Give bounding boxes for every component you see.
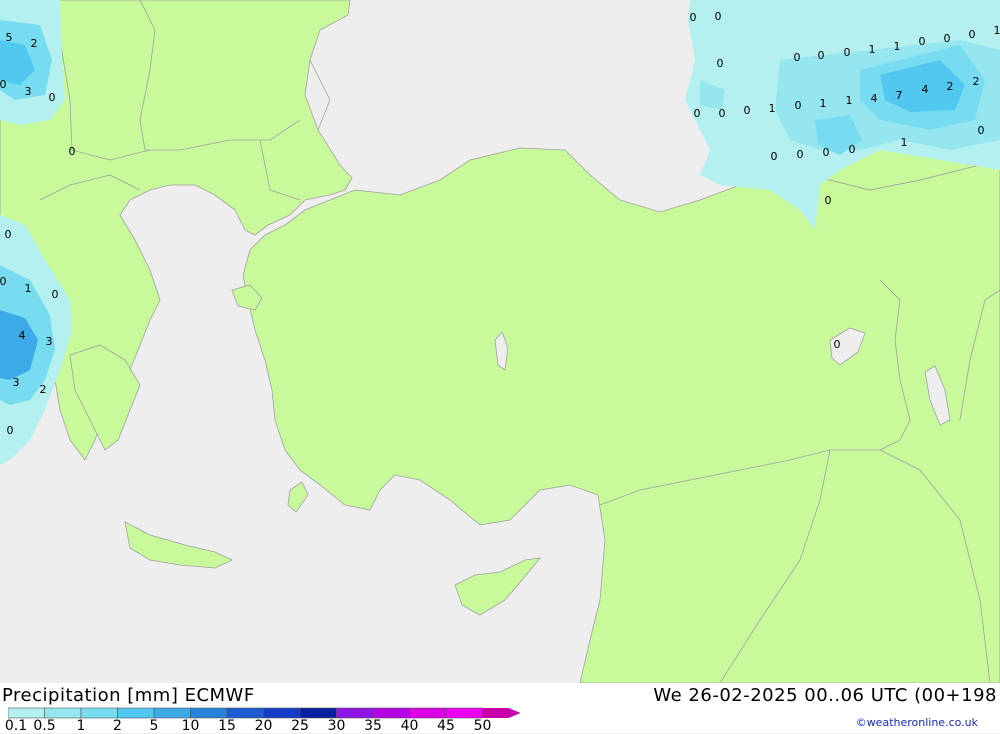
precip-value-label: 0 xyxy=(694,107,701,120)
scale-tick-label: 25 xyxy=(291,718,309,734)
scale-swatch xyxy=(483,708,521,718)
scale-swatch xyxy=(446,708,483,718)
precip-value-label: 4 xyxy=(871,92,878,105)
precip-value-label: 0 xyxy=(919,35,926,48)
precip-value-label: 0 xyxy=(7,424,14,437)
precip-value-label: 0 xyxy=(717,57,724,70)
precip-value-label: 1 xyxy=(846,94,853,107)
precip-value-label: 1 xyxy=(894,40,901,53)
map-footer: Precipitation [mm] ECMWF We 26-02-2025 0… xyxy=(0,683,1000,733)
scale-tick-label: 0.1 xyxy=(5,718,27,734)
scale-swatch xyxy=(410,708,447,718)
precip-value-label: 0 xyxy=(0,78,7,91)
scale-tick-label: 50 xyxy=(474,718,492,734)
precip-value-label: 0 xyxy=(52,288,59,301)
precip-value-label: 0 xyxy=(797,148,804,161)
scale-swatch xyxy=(373,708,410,718)
scale-swatch xyxy=(118,708,155,718)
precip-value-label: 1 xyxy=(820,97,827,110)
precip-value-label: 1 xyxy=(869,43,876,56)
precip-value-label: 0 xyxy=(794,51,801,64)
scale-tick-label: 1 xyxy=(77,718,86,734)
precip-value-label: 0 xyxy=(795,99,802,112)
precip-value-label: 3 xyxy=(46,335,53,348)
precip-value-label: 3 xyxy=(25,85,32,98)
precip-value-label: 7 xyxy=(896,89,903,102)
scale-tick-label: 0.5 xyxy=(33,718,55,734)
scale-tick-label: 35 xyxy=(364,718,382,734)
precip-value-label: 1 xyxy=(25,282,32,295)
scale-swatch xyxy=(8,708,45,718)
precip-value-label: 0 xyxy=(69,145,76,158)
precip-value-label: 4 xyxy=(922,83,929,96)
precip-value-label: 4 xyxy=(19,329,26,342)
precip-value-label: 0 xyxy=(5,228,12,241)
scale-tick-label: 2 xyxy=(113,718,122,734)
precip-value-label: 0 xyxy=(690,11,697,24)
precip-value-label: 0 xyxy=(969,28,976,41)
scale-swatch xyxy=(45,708,82,718)
scale-tick-label: 40 xyxy=(401,718,419,734)
scale-swatch xyxy=(264,708,301,718)
precip-value-label: 5 xyxy=(6,31,13,44)
precip-value-label: 2 xyxy=(947,80,954,93)
precip-value-label: 0 xyxy=(0,275,7,288)
precip-value-label: 0 xyxy=(719,107,726,120)
credit-link[interactable]: ©weatheronline.co.uk xyxy=(856,716,978,729)
color-scale-ticks: 0.10.5125101520253035404550 xyxy=(0,718,520,734)
precip-value-label: 0 xyxy=(715,10,722,23)
scale-tick-label: 45 xyxy=(437,718,455,734)
precip-value-label: 0 xyxy=(49,91,56,104)
precip-value-label: 2 xyxy=(973,75,980,88)
scale-swatch xyxy=(227,708,264,718)
precip-value-label: 0 xyxy=(944,32,951,45)
scale-swatch xyxy=(337,708,374,718)
scale-swatch xyxy=(81,708,118,718)
precip-value-label: 3 xyxy=(13,376,20,389)
scale-tick-label: 20 xyxy=(255,718,273,734)
precip-value-label: 1 xyxy=(994,24,1000,37)
precip-value-label: 1 xyxy=(769,102,776,115)
scale-swatch xyxy=(300,708,337,718)
scale-tick-label: 15 xyxy=(218,718,236,734)
precip-value-label: 0 xyxy=(849,143,856,156)
scale-swatch xyxy=(154,708,191,718)
precip-value-label: 2 xyxy=(31,37,38,50)
precip-value-label: 0 xyxy=(818,49,825,62)
scale-tick-label: 5 xyxy=(150,718,159,734)
precip-value-label: 0 xyxy=(834,338,841,351)
precip-value-label: 0 xyxy=(744,104,751,117)
map-canvas: 5 2 0 3 0 0 0 0 1 0 4 3 3 2 0 0 0 0 0 0 0 0 0 0 1 1 0 0 0 1 1 0 1 1 4 7 4 2 2 0… xyxy=(0,0,1000,683)
precip-value-label: 0 xyxy=(823,146,830,159)
precipitation-map[interactable]: 5 2 0 3 0 0 0 0 1 0 4 3 3 2 0 0 0 0 0 0 0 0 0 0 1 1 0 0 0 1 1 0 1 1 4 7 4 2 2 0… xyxy=(0,0,1000,683)
scale-tick-label: 30 xyxy=(328,718,346,734)
forecast-datetime: We 26-02-2025 00..06 UTC (00+198 xyxy=(653,685,997,706)
precip-value-label: 0 xyxy=(978,124,985,137)
scale-tick-label: 10 xyxy=(182,718,200,734)
precip-value-label: 2 xyxy=(40,383,47,396)
precip-value-label: 1 xyxy=(901,136,908,149)
precip-value-label: 0 xyxy=(771,150,778,163)
precip-value-label: 0 xyxy=(844,46,851,59)
map-title: Precipitation [mm] ECMWF xyxy=(2,685,255,706)
scale-swatch xyxy=(191,708,228,718)
precip-value-label: 0 xyxy=(825,194,832,207)
